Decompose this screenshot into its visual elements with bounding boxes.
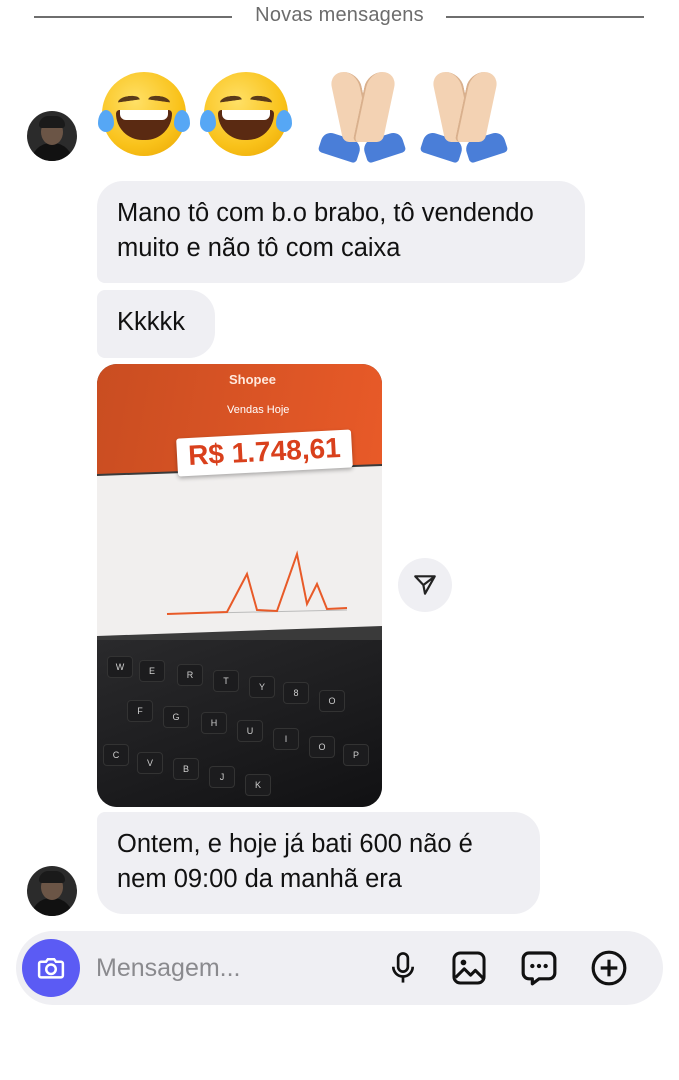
- camera-icon: [37, 958, 65, 979]
- new-messages-divider: Novas mensagens: [0, 0, 679, 34]
- message-bubble[interactable]: Ontem, e hoje já bati 600 não é nem 09:0…: [97, 812, 540, 914]
- sticker-icon: [521, 951, 557, 986]
- microphone-button[interactable]: [382, 947, 424, 989]
- plus-icon: [591, 950, 627, 986]
- share-button[interactable]: [398, 558, 452, 612]
- message-bubble[interactable]: Kkkkk: [97, 290, 215, 358]
- microphone-icon: [391, 952, 415, 983]
- image-icon: [452, 951, 486, 985]
- divider-line-right: [446, 16, 644, 18]
- avatar-body: [31, 143, 73, 161]
- avatar-hair: [39, 116, 65, 128]
- send-icon: [414, 575, 436, 595]
- face-with-tears-of-joy-icon: [200, 66, 292, 158]
- gallery-button[interactable]: [448, 947, 490, 989]
- avatar-hair: [39, 871, 65, 883]
- message-input[interactable]: [96, 951, 366, 985]
- folded-hands-icon: [316, 66, 408, 164]
- emoji-message[interactable]: [98, 62, 510, 164]
- photo-brand-label: Shopee: [229, 372, 276, 387]
- photo-keyboard: W E R T Y 8 O F G H U I O P C V B J K: [97, 640, 382, 807]
- photo-sales-total: R$ 1.748,61: [187, 432, 342, 471]
- add-button[interactable]: [588, 947, 630, 989]
- message-composer: [16, 931, 663, 1005]
- sender-avatar[interactable]: [27, 866, 77, 916]
- sticker-button[interactable]: [518, 947, 560, 989]
- message-bubble[interactable]: Mano tô com b.o brabo, tô vendendo muito…: [97, 181, 585, 283]
- avatar-body: [31, 898, 73, 916]
- face-with-tears-of-joy-icon: [98, 66, 190, 158]
- camera-button[interactable]: [22, 939, 80, 997]
- sender-avatar[interactable]: [27, 111, 77, 161]
- photo-sales-title: Vendas Hoje: [227, 404, 290, 416]
- photo-message[interactable]: Shopee Vendas Hoje R$ 1.748,61 W E R T Y…: [97, 364, 382, 807]
- photo-sales-chart: [166, 550, 348, 615]
- folded-hands-icon: [418, 66, 510, 164]
